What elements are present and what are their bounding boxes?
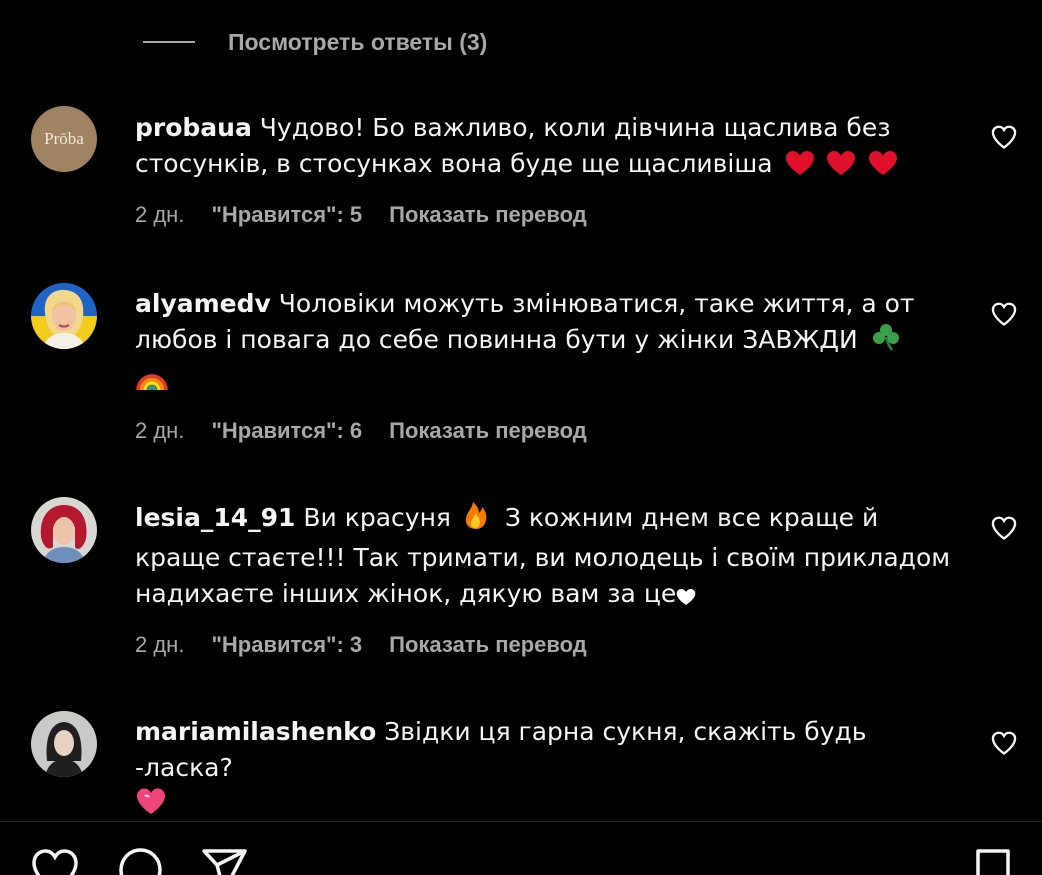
- save-bookmark-icon[interactable]: [968, 846, 1018, 875]
- red-heart-emoji: [868, 150, 898, 186]
- comment-body: alyamedv Чоловіки можуть змінюватися, та…: [135, 286, 965, 402]
- comment-likes[interactable]: "Нравится": 6: [211, 418, 362, 444]
- comments-page: Посмотреть ответы (3) Prōba probaua Чудо…: [0, 0, 1042, 875]
- comment-likes[interactable]: "Нравится": 5: [211, 202, 362, 228]
- avatar[interactable]: [31, 711, 97, 777]
- comment-body: lesia_14_91 Ви красуня З кожним днем все…: [135, 500, 965, 616]
- avatar[interactable]: Prōba: [31, 106, 97, 172]
- like-heart-icon[interactable]: [30, 846, 80, 875]
- white-heart-emoji: [676, 580, 696, 616]
- comment-username[interactable]: mariamilashenko: [135, 717, 376, 746]
- rainbow-emoji: [135, 362, 169, 402]
- like-comment-heart-icon[interactable]: [990, 123, 1018, 151]
- show-translation-link[interactable]: Показать перевод: [389, 202, 587, 228]
- red-heart-emoji: [826, 150, 856, 186]
- comment-meta: 2 дн. "Нравится": 6 Показать перевод: [135, 416, 587, 446]
- comment-username[interactable]: alyamedv: [135, 289, 271, 318]
- like-comment-heart-icon[interactable]: [990, 300, 1018, 328]
- comment-bubble-icon[interactable]: [116, 846, 166, 875]
- fire-emoji: [463, 500, 489, 540]
- comment-body: mariamilashenko Звідки ця гарна сукня, с…: [135, 714, 965, 826]
- avatar[interactable]: [31, 283, 97, 349]
- comment-age: 2 дн.: [135, 632, 185, 657]
- comment-age: 2 дн.: [135, 202, 185, 227]
- replies-divider-line: [143, 41, 195, 43]
- like-comment-heart-icon[interactable]: [990, 729, 1018, 757]
- show-translation-link[interactable]: Показать перевод: [389, 632, 587, 658]
- like-comment-heart-icon[interactable]: [990, 514, 1018, 542]
- view-replies-row[interactable]: Посмотреть ответы (3): [143, 24, 487, 60]
- beating-heart-emoji: [135, 786, 167, 826]
- comment-meta: 2 дн. "Нравится": 3 Показать перевод: [135, 630, 587, 660]
- comment-age: 2 дн.: [135, 418, 185, 443]
- comment-meta: 2 дн. "Нравится": 5 Показать перевод: [135, 200, 587, 230]
- comment-likes[interactable]: "Нравится": 3: [211, 632, 362, 658]
- red-heart-emoji: [785, 150, 815, 186]
- comment-username[interactable]: lesia_14_91: [135, 503, 295, 532]
- avatar[interactable]: [31, 497, 97, 563]
- comment-body: probaua Чудово! Бо важливо, коли дівчина…: [135, 110, 965, 186]
- actions-divider: [0, 821, 1042, 822]
- avatar-logo-text: Prōba: [44, 129, 84, 148]
- comment-username[interactable]: probaua: [135, 113, 252, 142]
- shamrock-emoji: [870, 322, 902, 362]
- view-replies-link[interactable]: Посмотреть ответы (3): [228, 29, 487, 56]
- comment-text: Ви красуня: [303, 503, 451, 532]
- show-translation-link[interactable]: Показать перевод: [389, 418, 587, 444]
- share-paper-plane-icon[interactable]: [200, 846, 250, 875]
